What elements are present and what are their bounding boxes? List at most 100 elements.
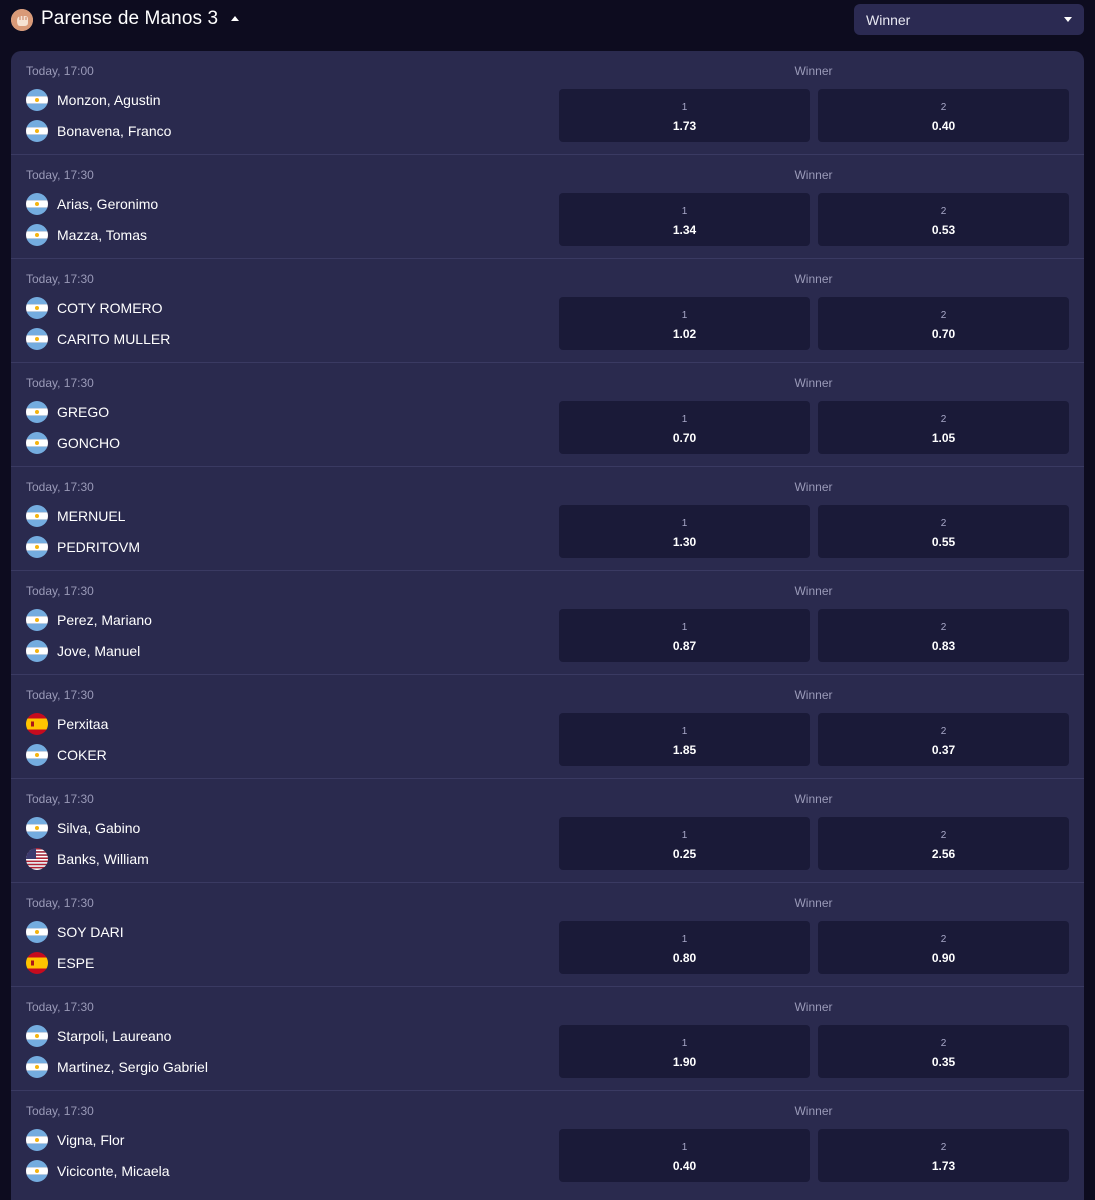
odds-value: 1.73 — [931, 1159, 956, 1173]
odds-label: 1 — [681, 726, 688, 737]
odds-label: 2 — [940, 830, 947, 841]
odds-label: 2 — [940, 414, 947, 425]
team-1[interactable]: Perez, Mariano — [26, 609, 152, 631]
odds-button-2[interactable]: 2 0.90 — [818, 921, 1069, 974]
market-label: Winner — [794, 376, 833, 390]
argentina-flag-icon — [26, 297, 48, 319]
odds-button-2[interactable]: 2 0.83 — [818, 609, 1069, 662]
event-list: Today, 17:00 Winner Monzon, Agustin Bona… — [11, 51, 1084, 1200]
team-name: Silva, Gabino — [57, 820, 141, 836]
team-name: Mazza, Tomas — [57, 227, 147, 243]
odds-button-2[interactable]: 2 1.05 — [818, 401, 1069, 454]
team-1[interactable]: Perxitaa — [26, 713, 108, 735]
team-name: Arias, Geronimo — [57, 196, 159, 212]
argentina-flag-icon — [26, 744, 48, 766]
market-label: Winner — [794, 272, 833, 286]
odds-button-1[interactable]: 1 0.40 — [559, 1129, 810, 1182]
team-1[interactable]: Starpoli, Laureano — [26, 1025, 171, 1047]
event-row: Today, 17:30 Winner MERNUEL PEDRITOVM 1 … — [11, 467, 1084, 571]
odds-button-2[interactable]: 2 0.35 — [818, 1025, 1069, 1078]
market-select[interactable]: Winner — [854, 4, 1084, 35]
odds-label: 2 — [940, 622, 947, 633]
event-row: Today, 17:30 Winner Starpoli, Laureano M… — [11, 987, 1084, 1091]
market-label: Winner — [794, 896, 833, 910]
odds-label: 1 — [681, 518, 688, 529]
odds-button-1[interactable]: 1 1.73 — [559, 89, 810, 142]
odds-button-1[interactable]: 1 0.87 — [559, 609, 810, 662]
team-2[interactable]: Mazza, Tomas — [26, 224, 147, 246]
team-2[interactable]: Viciconte, Micaela — [26, 1160, 170, 1182]
team-2[interactable]: CARITO MULLER — [26, 328, 170, 350]
argentina-flag-icon — [26, 224, 48, 246]
team-2[interactable]: Bonavena, Franco — [26, 120, 171, 142]
team-name: Jove, Manuel — [57, 643, 141, 659]
odds-button-2[interactable]: 2 0.37 — [818, 713, 1069, 766]
odds-value: 1.73 — [672, 119, 697, 133]
team-1[interactable]: GREGO — [26, 401, 109, 423]
event-time: Today, 17:30 — [26, 376, 94, 390]
odds-button-2[interactable]: 2 0.70 — [818, 297, 1069, 350]
odds-button-2[interactable]: 2 1.73 — [818, 1129, 1069, 1182]
event-time: Today, 17:30 — [26, 1000, 94, 1014]
team-2[interactable]: COKER — [26, 744, 107, 766]
odds-value: 0.70 — [672, 431, 697, 445]
event-time: Today, 17:30 — [26, 688, 94, 702]
team-2[interactable]: GONCHO — [26, 432, 120, 454]
event-row: Today, 17:30 Winner SOY DARI ESPE 1 0.80… — [11, 883, 1084, 987]
team-name: COKER — [57, 747, 107, 763]
odds-value: 0.80 — [672, 951, 697, 965]
team-name: GREGO — [57, 404, 110, 420]
odds-button-1[interactable]: 1 0.70 — [559, 401, 810, 454]
event-row: Today, 17:30 Winner COTY ROMERO CARITO M… — [11, 259, 1084, 363]
odds-button-2[interactable]: 2 0.40 — [818, 89, 1069, 142]
odds-value: 0.83 — [931, 639, 956, 653]
collapse-caret-icon[interactable] — [231, 16, 239, 21]
odds-value: 0.90 — [931, 951, 956, 965]
team-2[interactable]: ESPE — [26, 952, 94, 974]
argentina-flag-icon — [26, 505, 48, 527]
team-2[interactable]: Jove, Manuel — [26, 640, 140, 662]
team-name: Perez, Mariano — [57, 612, 152, 628]
event-time: Today, 17:00 — [26, 64, 94, 78]
odds-button-2[interactable]: 2 0.55 — [818, 505, 1069, 558]
team-2[interactable]: Banks, William — [26, 848, 149, 870]
team-1[interactable]: Monzon, Agustin — [26, 89, 161, 111]
market-label: Winner — [794, 1000, 833, 1014]
odds-button-1[interactable]: 1 1.30 — [559, 505, 810, 558]
team-1[interactable]: MERNUEL — [26, 505, 125, 527]
odds-button-1[interactable]: 1 1.90 — [559, 1025, 810, 1078]
market-label: Winner — [794, 64, 833, 78]
league-header[interactable]: Parense de Manos 3 Winner — [0, 0, 1095, 40]
event-row: Today, 17:30 Winner Arias, Geronimo Mazz… — [11, 155, 1084, 259]
argentina-flag-icon — [26, 1160, 48, 1182]
odds-value: 0.35 — [931, 1055, 956, 1069]
event-row: Today, 17:00 Winner Monzon, Agustin Bona… — [11, 51, 1084, 155]
argentina-flag-icon — [26, 401, 48, 423]
team-2[interactable]: PEDRITOVM — [26, 536, 140, 558]
odds-label: 2 — [940, 310, 947, 321]
market-label: Winner — [794, 584, 833, 598]
team-1[interactable]: Vigna, Flor — [26, 1129, 124, 1151]
team-1[interactable]: Arias, Geronimo — [26, 193, 158, 215]
team-1[interactable]: COTY ROMERO — [26, 297, 163, 319]
team-2[interactable]: Martinez, Sergio Gabriel — [26, 1056, 208, 1078]
usa-flag-icon — [26, 848, 48, 870]
odds-button-1[interactable]: 1 0.25 — [559, 817, 810, 870]
argentina-flag-icon — [26, 817, 48, 839]
chevron-down-icon — [1064, 17, 1072, 22]
team-1[interactable]: Silva, Gabino — [26, 817, 140, 839]
odds-button-2[interactable]: 2 2.56 — [818, 817, 1069, 870]
odds-button-2[interactable]: 2 0.53 — [818, 193, 1069, 246]
team-1[interactable]: SOY DARI — [26, 921, 124, 943]
odds-button-1[interactable]: 1 0.80 — [559, 921, 810, 974]
market-label: Winner — [794, 480, 833, 494]
odds-button-1[interactable]: 1 1.34 — [559, 193, 810, 246]
odds-button-1[interactable]: 1 1.85 — [559, 713, 810, 766]
argentina-flag-icon — [26, 536, 48, 558]
odds-label: 1 — [681, 1038, 688, 1049]
argentina-flag-icon — [26, 609, 48, 631]
odds-label: 2 — [940, 934, 947, 945]
argentina-flag-icon — [26, 432, 48, 454]
fist-icon — [11, 9, 33, 31]
odds-button-1[interactable]: 1 1.02 — [559, 297, 810, 350]
